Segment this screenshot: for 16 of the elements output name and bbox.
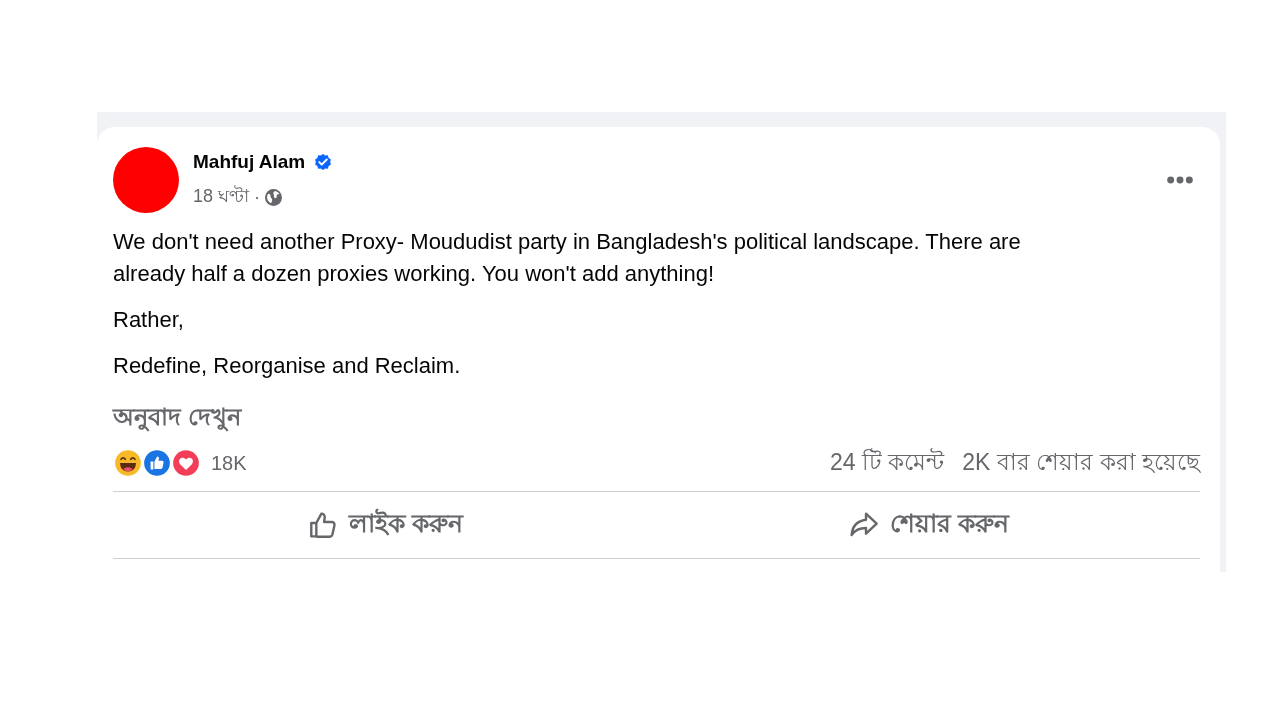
heart-reaction-icon[interactable] [171,448,201,478]
author-name[interactable]: Mahfuj Alam [193,151,306,173]
laughing-emoji-icon[interactable] [113,448,143,478]
see-translation-link[interactable]: অনুবাদ দেখুন [113,398,241,438]
post-paragraph: We don't need another Proxy- Moududist party in Bangladesh's political landscape. There are already half a dozen proxies working. You won't add anything! [113,228,1022,288]
reaction-count[interactable]: 18K [211,451,247,475]
share-button[interactable]: শেয়ার করুন [656,501,1200,549]
globe-icon [265,189,283,206]
like-button[interactable]: লাইক করুন [113,501,657,549]
post-paragraph: Redefine, Reorganise and Reclaim. [113,352,462,380]
post-paragraph: Rather, [113,306,185,334]
share-count-link[interactable]: 2K বার শেয়ার করা হয়েছে [962,443,1200,483]
thumbs-up-reaction-icon[interactable] [142,448,172,478]
comment-count-link[interactable]: 24 টি কমেন্ট [829,443,945,483]
post-time-link[interactable]: 18 ঘণ্টা [193,182,250,213]
separator-dot: · [254,187,261,208]
